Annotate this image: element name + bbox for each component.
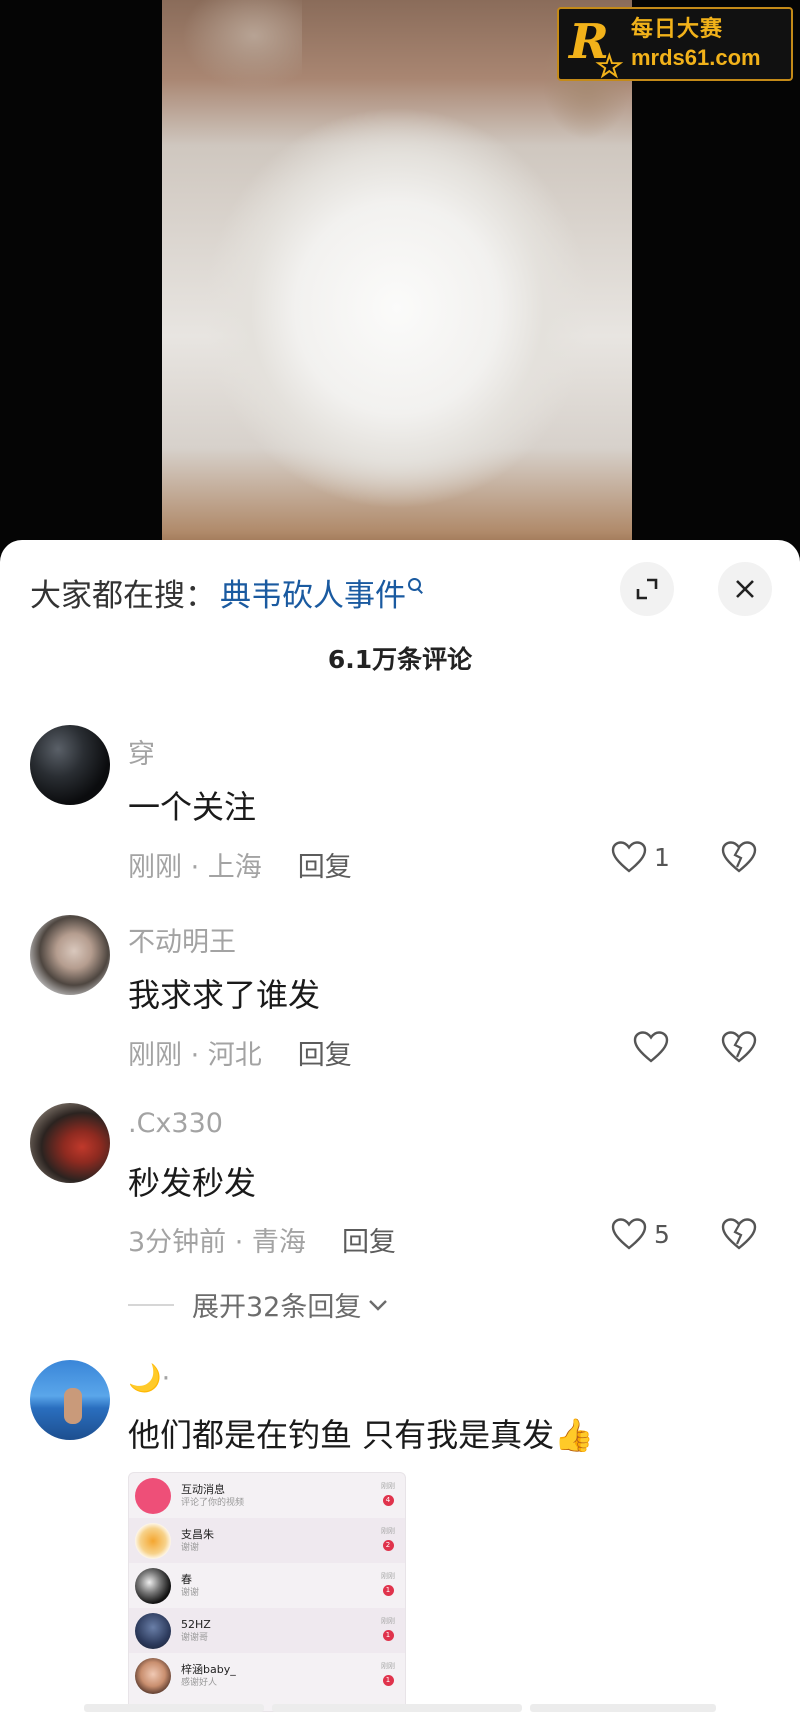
like-count: 5 (654, 1219, 670, 1249)
comment-text: 我求求了谁发 (128, 976, 321, 1014)
reply-button[interactable]: 回复 (298, 845, 352, 884)
comment-image[interactable]: 互动消息 评论了你的视频 刚刚 4 支昌朱 谢谢 刚刚 2 春 谢谢 刚刚 1 … (128, 1472, 406, 1712)
heart-icon (611, 1218, 647, 1250)
reply-button[interactable]: 回复 (342, 1220, 396, 1259)
comment-time-location: 刚刚 · 上海 (128, 852, 262, 883)
avatar[interactable] (30, 915, 110, 995)
message-row: 支昌朱 谢谢 刚刚 2 (129, 1518, 405, 1563)
video-player[interactable] (0, 0, 800, 560)
avatar[interactable] (30, 1103, 110, 1183)
watermark: R ☆ 每日大赛 mrds61.com (557, 7, 793, 85)
like-button[interactable]: 1 (610, 840, 670, 874)
dislike-button[interactable] (720, 840, 758, 878)
avatar (135, 1612, 171, 1649)
comment-time-location: 3分钟前 · 青海 (128, 1227, 306, 1258)
broken-heart-icon (721, 1218, 757, 1250)
watermark-logo: R ☆ (569, 14, 625, 85)
dislike-button[interactable] (720, 1030, 758, 1068)
broken-heart-icon (721, 1031, 757, 1063)
comment-username[interactable]: 穿 (128, 732, 155, 771)
expand-button[interactable] (620, 562, 674, 616)
watermark-url: mrds61.com (631, 45, 761, 70)
close-icon (736, 580, 754, 598)
expand-icon (636, 578, 658, 600)
dislike-button[interactable] (720, 1217, 758, 1255)
status-badge: 4 (382, 1495, 394, 1506)
bottom-bar (530, 1704, 716, 1712)
video-frame[interactable] (162, 0, 632, 560)
star-icon: ☆ (595, 47, 624, 85)
avatar (135, 1477, 171, 1514)
status-badge: 1 (382, 1585, 394, 1596)
heart-icon (633, 1031, 669, 1063)
search-keyword-link[interactable]: 典韦砍人事件 (220, 570, 406, 615)
avatar[interactable] (30, 725, 110, 805)
message-row: 春 谢谢 刚刚 1 (129, 1563, 405, 1608)
like-button[interactable]: 5 (610, 1217, 670, 1251)
watermark-title: 每日大赛 (631, 17, 724, 42)
reply-button[interactable]: 回复 (298, 1033, 352, 1072)
message-row: 互动消息 评论了你的视频 刚刚 4 (129, 1473, 405, 1518)
comment-time-location: 刚刚 · 河北 (128, 1040, 262, 1071)
expand-replies-label: 展开32条回复 (192, 1292, 362, 1323)
bottom-bar (272, 1704, 522, 1712)
like-button[interactable] (632, 1030, 670, 1064)
search-prefix: 大家都在搜： (30, 577, 216, 614)
comment-text: 他们都是在钓鱼 只有我是真发👍 (128, 1416, 595, 1454)
broken-heart-icon (721, 841, 757, 873)
status-badge: 1 (382, 1630, 394, 1641)
comment-text: 秒发秒发 (128, 1164, 257, 1202)
trending-search[interactable]: 大家都在搜： 典韦砍人事件 (30, 570, 422, 614)
comment-text: 一个关注 (128, 788, 257, 826)
chevron-down-icon (369, 1299, 388, 1311)
divider-line (128, 1303, 174, 1306)
comment-username[interactable]: 不动明王 (128, 920, 236, 959)
avatar (135, 1567, 171, 1604)
comment-username[interactable]: .Cx330 (128, 1108, 223, 1139)
avatar (135, 1522, 171, 1559)
search-icon (408, 578, 422, 592)
comment-username[interactable]: 🌙· (128, 1362, 170, 1394)
expand-replies-button[interactable]: 展开32条回复 (128, 1285, 389, 1324)
heart-icon (611, 841, 647, 873)
like-count: 1 (654, 842, 670, 872)
status-badge: 1 (382, 1675, 394, 1686)
comment-count: 6.1万条评论 (327, 645, 473, 674)
avatar[interactable] (30, 1360, 110, 1440)
status-badge: 2 (382, 1540, 394, 1551)
avatar (135, 1657, 171, 1694)
close-button[interactable] (718, 562, 772, 616)
comment-sheet: 大家都在搜： 典韦砍人事件 6.1万条评论 穿 一个关注 刚刚 · 上海 回复 … (0, 540, 800, 1712)
message-row: 52HZ 谢谢哥 刚刚 1 (129, 1608, 405, 1653)
bottom-bar (84, 1704, 264, 1712)
message-row: 梓涵baby_ 感谢好人 刚刚 1 (129, 1653, 405, 1698)
